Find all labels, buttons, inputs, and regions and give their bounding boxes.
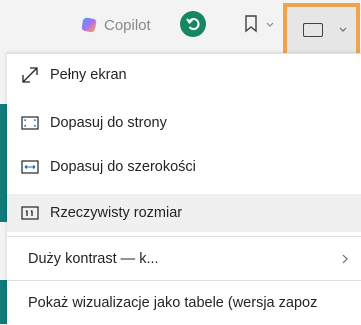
view-menu: Pełny ekran Dopasuj do strony Dopasuj do… (7, 53, 361, 325)
accent-bar-lower (0, 280, 7, 324)
page-view-icon (303, 23, 323, 37)
sync-icon (186, 18, 200, 31)
menu-divider (7, 236, 361, 237)
menu-item-label: Dopasuj do strony (50, 115, 167, 131)
page-view-button[interactable] (283, 3, 360, 59)
copilot-icon (81, 17, 97, 33)
menu-item-label: Rzeczywisty rozmiar (50, 205, 183, 221)
menu-item-actual-size[interactable]: Rzeczywisty rozmiar (7, 194, 361, 232)
menu-item-fit-page[interactable]: Dopasuj do strony (7, 104, 361, 142)
menu-divider (7, 280, 361, 281)
toolbar: Copilot (0, 0, 361, 59)
bookmark-icon[interactable] (244, 15, 258, 33)
fit-page-icon (21, 116, 39, 130)
fullscreen-icon (22, 67, 38, 83)
menu-item-label: Dopasuj do szerokości (50, 159, 196, 175)
bookmark-chevron-down-icon[interactable] (265, 20, 275, 30)
chevron-down-icon (339, 27, 347, 32)
copilot-label: Copilot (104, 16, 151, 34)
menu-item-label: Duży kontrast — k... (28, 251, 159, 267)
menu-item-full-screen[interactable]: Pełny ekran (7, 56, 361, 94)
actual-size-icon (21, 206, 39, 220)
sync-button[interactable] (180, 11, 206, 37)
menu-item-fit-width[interactable]: Dopasuj do szerokości (7, 148, 361, 186)
menu-item-show-visuals-as-tables[interactable]: Pokaż wizualizacje jako tabele (wersja z… (7, 284, 361, 322)
accent-bar (0, 104, 7, 222)
copilot-button[interactable]: Copilot (80, 14, 151, 36)
chevron-right-icon (342, 254, 348, 264)
menu-item-label: Pokaż wizualizacje jako tabele (wersja z… (28, 295, 318, 311)
menu-item-high-contrast[interactable]: Duży kontrast — k... (7, 240, 361, 278)
menu-item-label: Pełny ekran (50, 67, 127, 83)
fit-width-icon (21, 160, 39, 174)
